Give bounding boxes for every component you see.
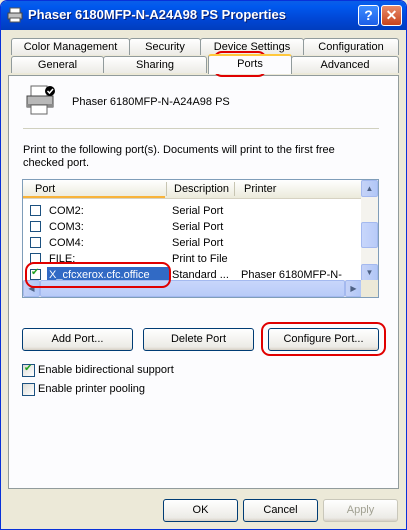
separator <box>23 128 379 129</box>
bidirectional-label[interactable]: Enable bidirectional support <box>38 364 174 376</box>
table-row[interactable]: COM2: Serial Port <box>23 203 362 219</box>
column-header-printer[interactable]: Printer <box>244 183 276 195</box>
vertical-scroll-thumb[interactable] <box>361 222 378 248</box>
cancel-button[interactable]: Cancel <box>243 499 318 522</box>
port-checkbox[interactable] <box>30 267 41 280</box>
column-header-description[interactable]: Description <box>174 183 229 195</box>
window-title: Phaser 6180MFP-N-A24A98 PS Properties <box>28 7 286 22</box>
port-checkbox[interactable] <box>30 253 41 264</box>
bidirectional-checkbox[interactable] <box>22 363 35 377</box>
table-row[interactable]: COM4: Serial Port <box>23 235 362 251</box>
tab-configuration[interactable]: Configuration <box>303 38 399 55</box>
configure-port-button[interactable]: Configure Port... <box>268 328 379 351</box>
vertical-scrollbar[interactable]: ▲ ▼ <box>361 180 378 281</box>
ok-button[interactable]: OK <box>163 499 238 522</box>
port-description: Serial Port <box>172 237 224 249</box>
printer-default-icon <box>26 85 55 115</box>
port-name: COM2: <box>49 205 84 217</box>
instruction-text-line2: checked port. <box>23 157 90 169</box>
horizontal-scroll-thumb[interactable] <box>40 280 345 297</box>
sorted-column-indicator <box>23 196 165 198</box>
port-description: Serial Port <box>172 221 224 233</box>
port-checkbox[interactable] <box>30 237 41 248</box>
port-checkbox[interactable] <box>30 205 41 216</box>
port-name: COM3: <box>49 221 84 233</box>
scrollbar-corner <box>361 280 378 297</box>
port-name: FILE: <box>49 253 76 265</box>
pooling-checkbox[interactable] <box>22 383 35 396</box>
port-description: Print to File <box>172 253 228 265</box>
tab-sharing[interactable]: Sharing <box>103 56 207 73</box>
table-row[interactable]: FILE: Print to File <box>23 251 362 267</box>
tab-device-settings[interactable]: Device Settings <box>200 38 304 55</box>
printer-name: Phaser 6180MFP-N-A24A98 PS <box>72 96 230 108</box>
table-row[interactable]: COM3: Serial Port <box>23 219 362 235</box>
properties-window: Phaser 6180MFP-N-A24A98 PS Properties ? … <box>0 0 407 530</box>
tab-color-management[interactable]: Color Management <box>11 38 130 55</box>
tab-ports[interactable]: Ports <box>208 54 292 74</box>
title-bar[interactable]: Phaser 6180MFP-N-A24A98 PS Properties ? … <box>1 1 406 30</box>
port-description: Serial Port <box>172 205 224 217</box>
column-divider[interactable] <box>234 182 235 196</box>
pooling-label[interactable]: Enable printer pooling <box>38 383 145 395</box>
ports-list-header: Port Description Printer <box>23 180 362 199</box>
column-divider[interactable] <box>166 182 167 196</box>
scroll-right-icon[interactable]: ▶ <box>345 280 362 297</box>
scroll-up-icon[interactable]: ▲ <box>361 180 378 197</box>
tab-general[interactable]: General <box>11 56 104 73</box>
apply-button[interactable]: Apply <box>323 499 398 522</box>
instruction-text-line1: Print to the following port(s). Document… <box>23 144 335 156</box>
port-name: COM4: <box>49 237 84 249</box>
close-button[interactable]: ✕ <box>381 5 402 26</box>
add-port-button[interactable]: Add Port... <box>22 328 133 351</box>
printer-icon <box>7 7 23 23</box>
delete-port-button[interactable]: Delete Port <box>143 328 254 351</box>
help-button[interactable]: ? <box>358 5 379 26</box>
tab-security[interactable]: Security <box>129 38 201 55</box>
port-checkbox[interactable] <box>30 221 41 232</box>
tab-advanced[interactable]: Advanced <box>291 56 399 73</box>
scroll-down-icon[interactable]: ▼ <box>361 264 378 281</box>
scroll-left-icon[interactable]: ◀ <box>23 280 40 297</box>
horizontal-scrollbar[interactable]: ◀ ▶ <box>23 280 362 297</box>
column-header-port[interactable]: Port <box>35 183 55 195</box>
ports-list[interactable]: Port Description Printer COM2: Serial Por… <box>22 179 379 298</box>
